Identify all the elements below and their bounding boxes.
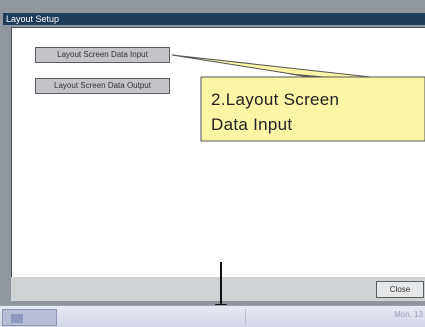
footer-bar [11, 277, 425, 301]
start-button[interactable] [2, 309, 57, 326]
layout-screen-data-input-button[interactable]: Layout Screen Data Input [35, 47, 170, 63]
window-title: Layout Setup [3, 13, 425, 25]
content-panel [11, 27, 425, 277]
taskbar: Mon. 13 [0, 305, 425, 327]
callout-line-1: 2.Layout Screen [211, 90, 340, 109]
taskbar-divider [245, 309, 246, 325]
taskbar-clock: Mon. 13 [394, 310, 423, 319]
callout-line-2: Data Input [211, 115, 293, 134]
close-button[interactable]: Close [376, 281, 424, 298]
layout-screen-data-output-button[interactable]: Layout Screen Data Output [35, 78, 170, 94]
callout-text: 2.Layout Screen Data Input [211, 87, 423, 137]
start-icon [11, 314, 23, 323]
